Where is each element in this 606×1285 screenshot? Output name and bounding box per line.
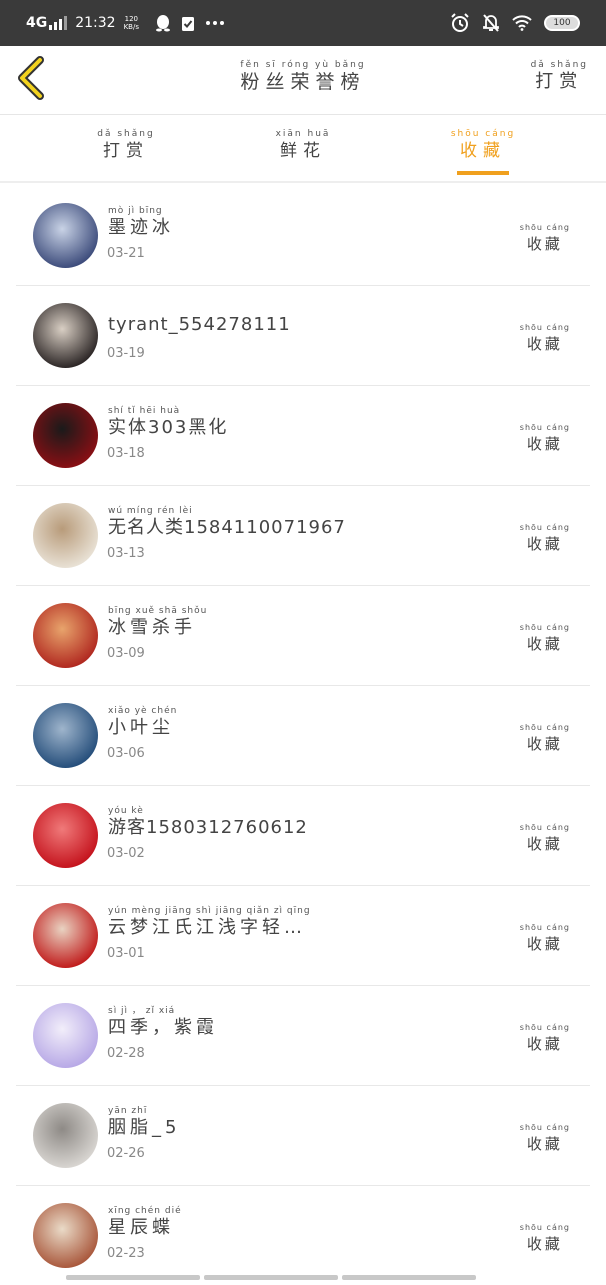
user-name: 星辰蝶 — [108, 1217, 174, 1238]
user-name: 墨迹冰 — [108, 217, 174, 238]
action-label: shōu cáng 收藏 — [519, 1223, 570, 1253]
action-label: shōu cáng 收藏 — [519, 823, 570, 853]
date: 03-06 — [107, 746, 145, 761]
action-label: shōu cáng 收藏 — [519, 1123, 570, 1153]
list-item[interactable]: mò jì bīng 墨迹冰 03-21 shōu cáng 收藏 — [16, 186, 590, 286]
network-type: 4G — [26, 15, 48, 31]
date: 03-21 — [107, 246, 145, 261]
user-name: 胭脂_5 — [108, 1117, 181, 1138]
date: 02-28 — [107, 1046, 145, 1061]
fan-list: mò jì bīng 墨迹冰 03-21 shōu cáng 收藏 tyrant_5… — [16, 186, 590, 1285]
page-title: fěn sī róng yù bǎng 粉丝荣誉榜 — [0, 60, 606, 93]
list-item[interactable]: shí tǐ hēi huà 实体303黑化 03-18 shōu cáng 收藏 — [16, 386, 590, 486]
action-label: shōu cáng 收藏 — [519, 1023, 570, 1053]
page-title-pinyin: fěn sī róng yù bǎng — [240, 60, 366, 70]
status-bar: 4G 21:32 120 KB/s 100 — [0, 0, 606, 46]
date: 03-09 — [107, 646, 145, 661]
avatar[interactable] — [33, 903, 98, 968]
user-name: 游客1580312760612 — [108, 817, 308, 838]
action-label: shōu cáng 收藏 — [519, 423, 570, 453]
action-label: shōu cáng 收藏 — [519, 923, 570, 953]
list-item[interactable]: yān zhī 胭脂_5 02-26 shōu cáng 收藏 — [16, 1086, 590, 1186]
list-item[interactable]: yóu kè 游客1580312760612 03-02 shōu cáng 收藏 — [16, 786, 590, 886]
avatar[interactable] — [33, 603, 98, 668]
tab-flowers[interactable]: xiān huā 鲜花 — [243, 129, 363, 162]
action-label: shōu cáng 收藏 — [519, 723, 570, 753]
app-header: fěn sī róng yù bǎng 粉丝荣誉榜 dǎ shǎng 打赏 — [0, 46, 606, 115]
date: 03-19 — [107, 346, 145, 361]
net-speed: 120 KB/s — [123, 15, 139, 31]
page-title-text: 粉丝荣誉榜 — [240, 71, 366, 93]
avatar[interactable] — [33, 1203, 98, 1268]
user-name: 实体303黑化 — [108, 417, 229, 438]
tab-reward[interactable]: dǎ shǎng 打赏 — [66, 129, 186, 162]
user-name: 冰雪杀手 — [108, 617, 196, 638]
avatar[interactable] — [33, 703, 98, 768]
date: 03-13 — [107, 546, 145, 561]
action-label: shōu cáng 收藏 — [519, 623, 570, 653]
date: 03-02 — [107, 846, 145, 861]
check-clipboard-icon — [182, 16, 194, 31]
action-label: shōu cáng 收藏 — [519, 523, 570, 553]
avatar[interactable] — [33, 503, 98, 568]
list-item[interactable]: yún mèng jiāng shì jiāng qiǎn zì qīng 云梦江… — [16, 886, 590, 986]
tab-favorites[interactable]: shōu cáng 收藏 — [423, 129, 543, 162]
date: 03-18 — [107, 446, 145, 461]
list-item[interactable]: wú míng rén lèi 无名人类1584110071967 03-13 s… — [16, 486, 590, 586]
date: 03-01 — [107, 946, 145, 961]
user-name: 小叶尘 — [108, 717, 174, 738]
qq-icon — [156, 15, 170, 32]
action-label: shōu cáng 收藏 — [519, 323, 570, 353]
reward-button[interactable]: dǎ shǎng 打赏 — [531, 60, 588, 93]
list-item[interactable]: tyrant_554278111 03-19 shōu cáng 收藏 — [16, 286, 590, 386]
user-name: 四季，紫霞 — [108, 1017, 218, 1038]
clock: 21:32 — [75, 15, 116, 31]
list-item[interactable]: bīng xuě shā shǒu 冰雪杀手 03-09 shōu cáng 收藏 — [16, 586, 590, 686]
scroll-indicator — [66, 1275, 476, 1280]
user-name: tyrant_554278111 — [108, 314, 291, 335]
action-label: shōu cáng 收藏 — [519, 223, 570, 253]
user-name: 云梦江氏江浅字轻… — [108, 917, 306, 938]
date: 02-23 — [107, 1246, 145, 1261]
avatar[interactable] — [33, 803, 98, 868]
more-dots-icon — [206, 21, 224, 25]
wifi-icon — [512, 15, 532, 31]
active-tab-indicator — [457, 171, 509, 175]
list-item[interactable]: xiǎo yè chén 小叶尘 03-06 shōu cáng 收藏 — [16, 686, 590, 786]
alarm-icon — [451, 13, 469, 32]
date: 02-26 — [107, 1146, 145, 1161]
avatar[interactable] — [33, 303, 98, 368]
list-item[interactable]: xīng chén dié 星辰蝶 02-23 shōu cáng 收藏 — [16, 1186, 590, 1285]
list-item[interactable]: sì jì ， zǐ xiá 四季，紫霞 02-28 shōu cáng 收藏 — [16, 986, 590, 1086]
avatar[interactable] — [33, 1103, 98, 1168]
bell-off-icon — [483, 14, 499, 32]
signal-icon — [49, 16, 68, 30]
avatar[interactable] — [33, 1003, 98, 1068]
battery-indicator: 100 — [544, 15, 580, 31]
user-name: 无名人类1584110071967 — [108, 517, 346, 538]
avatar[interactable] — [33, 403, 98, 468]
tab-bar: dǎ shǎng 打赏 xiān huā 鲜花 shōu cáng 收藏 — [0, 115, 606, 183]
avatar[interactable] — [33, 203, 98, 268]
